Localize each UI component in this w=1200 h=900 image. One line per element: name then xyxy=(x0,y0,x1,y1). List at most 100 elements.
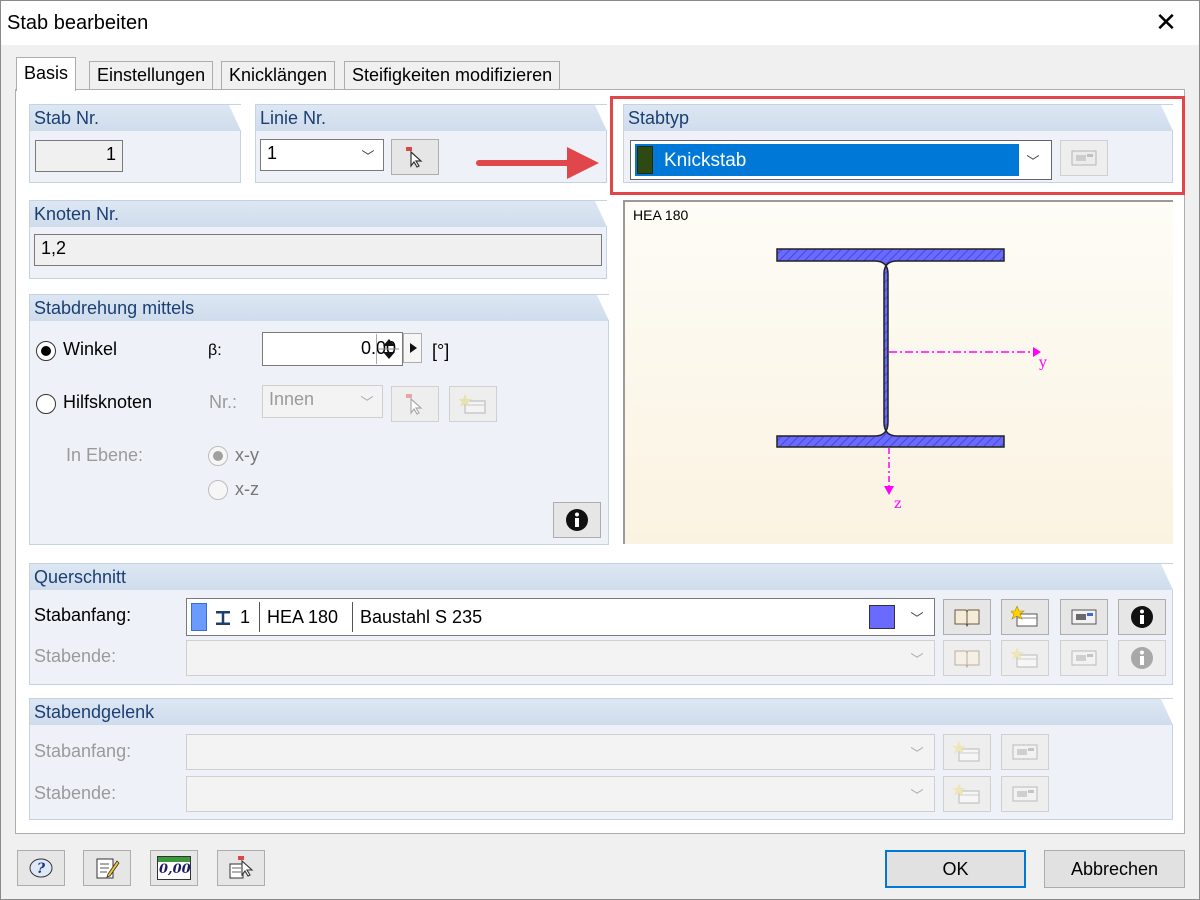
stabende-label: Stabende: xyxy=(34,646,117,666)
section-library-end-button[interactable] xyxy=(943,640,991,676)
chevron-down-icon: ﹀ xyxy=(910,745,924,761)
new-item-icon xyxy=(459,394,486,414)
group-knoten-nr: Knoten Nr. 1,2 xyxy=(29,200,607,279)
section-profile: HEA 180 xyxy=(267,607,339,627)
new-hinge-start-button[interactable] xyxy=(943,734,991,770)
new-item-icon xyxy=(1011,606,1038,627)
group-stabendgelenk: Stabendgelenk Stabanfang: ﹀ Stabende: ﹀ xyxy=(29,698,1173,820)
hilfsknoten-radio[interactable] xyxy=(36,394,56,414)
gelenk-stabende-label: Stabende: xyxy=(34,783,117,803)
pick-node-button[interactable] xyxy=(391,386,439,422)
annotation-highlight-box xyxy=(610,96,1185,195)
group-title: Stabendgelenk xyxy=(34,702,155,722)
pick-cursor-icon xyxy=(406,394,423,415)
section-color-swatch xyxy=(191,603,207,631)
linie-nr-value: 1 xyxy=(267,143,278,163)
title-bar: Stab bearbeiten ✕ xyxy=(1,1,1199,45)
gelenk-stabende-select[interactable]: ﹀ xyxy=(186,776,935,812)
group-title: Knoten Nr. xyxy=(34,204,120,224)
edit-hinge-end-button[interactable] xyxy=(1001,776,1049,812)
knoten-nr-field[interactable]: 1,2 xyxy=(34,234,602,266)
info-button[interactable] xyxy=(553,502,601,538)
edit-dialog-icon xyxy=(1071,650,1097,666)
spinner-updown-icon xyxy=(379,339,399,359)
edit-notes-button[interactable] xyxy=(83,850,131,886)
tab-einstellungen[interactable]: Einstellungen xyxy=(89,61,214,89)
stabanfang-section-select[interactable]: 1 HEA 180 Baustahl S 235 ﹀ xyxy=(186,598,935,636)
z-axis-label: z xyxy=(894,496,902,512)
nr-label: Nr.: xyxy=(209,392,238,412)
gelenk-stabanfang-select[interactable]: ﹀ xyxy=(186,734,935,770)
unit-label: [°] xyxy=(432,341,450,361)
chevron-down-icon: ﹀ xyxy=(910,787,924,803)
edit-dialog-icon xyxy=(1012,786,1038,802)
section-number: 1 xyxy=(240,607,251,627)
group-title: Querschnitt xyxy=(34,567,127,587)
linie-nr-select[interactable]: 1 ﹀ xyxy=(260,139,384,171)
chevron-down-icon: ﹀ xyxy=(910,610,924,626)
tab-basis[interactable]: Basis xyxy=(16,57,77,91)
info-icon xyxy=(1131,647,1153,669)
new-node-button[interactable] xyxy=(449,386,497,422)
counter-text: 0,00 xyxy=(159,862,191,877)
help-button[interactable]: ? xyxy=(17,850,65,886)
select-graphic-button[interactable] xyxy=(217,850,265,886)
nr-select[interactable]: Innen ﹀ xyxy=(262,385,383,418)
beta-spinner[interactable] xyxy=(376,334,400,364)
hilfsknoten-label: Hilfsknoten xyxy=(63,392,153,412)
pick-line-button[interactable] xyxy=(391,139,439,175)
group-title: Stab Nr. xyxy=(34,108,100,128)
ok-button[interactable]: OK xyxy=(885,850,1026,888)
help-icon: ? xyxy=(29,858,53,878)
in-ebene-label: In Ebene: xyxy=(66,445,144,465)
edit-dialog-icon xyxy=(1071,609,1097,625)
cross-section-preview: HEA 180 y z xyxy=(623,200,1173,544)
z-axis-arrow-icon xyxy=(884,486,894,495)
play-arrow-icon xyxy=(409,343,417,353)
gelenk-stabanfang-label: Stabanfang: xyxy=(34,741,132,761)
group-title: Stabdrehung mittels xyxy=(34,298,195,318)
section-library-button[interactable] xyxy=(943,599,991,635)
edit-section-button[interactable] xyxy=(1060,599,1108,635)
material-color-swatch xyxy=(869,605,895,629)
new-item-icon xyxy=(953,783,980,804)
beta-menu-button[interactable] xyxy=(403,333,422,363)
tab-steifigkeiten[interactable]: Steifigkeiten modifizieren xyxy=(344,61,561,89)
group-stab-nr: Stab Nr. 1 xyxy=(29,104,241,183)
pick-cursor-icon xyxy=(406,147,423,168)
section-info-button[interactable] xyxy=(1118,599,1166,635)
nr-value: Innen xyxy=(269,389,315,409)
new-hinge-end-button[interactable] xyxy=(943,776,991,812)
info-icon xyxy=(1131,606,1153,628)
edit-section-end-button[interactable] xyxy=(1060,640,1108,676)
number-format-button[interactable]: 0,00 xyxy=(150,850,198,886)
xz-radio[interactable] xyxy=(208,480,228,500)
dialog-window: Stab bearbeiten ✕ Basis Einstellungen Kn… xyxy=(0,0,1200,900)
chevron-down-icon: ﹀ xyxy=(361,148,375,164)
i-beam-drawing xyxy=(776,248,1041,495)
i-beam-shape xyxy=(776,248,1005,448)
svg-text:?: ? xyxy=(37,861,46,877)
section-info-end-button[interactable] xyxy=(1118,640,1166,676)
new-item-icon xyxy=(1011,647,1038,668)
xy-radio[interactable] xyxy=(208,446,228,466)
section-material: Baustahl S 235 xyxy=(360,607,483,627)
notepad-pencil-icon xyxy=(96,858,120,879)
info-icon xyxy=(566,509,588,531)
edit-hinge-start-button[interactable] xyxy=(1001,734,1049,770)
cancel-button[interactable]: Abbrechen xyxy=(1044,850,1185,888)
new-section-button[interactable] xyxy=(1001,599,1049,635)
y-axis-label: y xyxy=(1039,355,1047,371)
xy-label: x-y xyxy=(235,445,259,465)
stabende-section-select[interactable]: ﹀ xyxy=(186,640,935,676)
window-title: Stab bearbeiten xyxy=(7,12,149,34)
close-icon[interactable]: ✕ xyxy=(1151,7,1181,37)
edit-dialog-icon xyxy=(1012,744,1038,760)
new-item-icon xyxy=(953,741,980,762)
xz-label: x-z xyxy=(235,479,259,499)
book-icon xyxy=(954,650,980,669)
winkel-radio[interactable] xyxy=(36,341,56,361)
new-section-end-button[interactable] xyxy=(1001,640,1049,676)
tab-knicklaengen[interactable]: Knicklängen xyxy=(221,61,336,89)
stabanfang-label: Stabanfang: xyxy=(34,605,132,625)
